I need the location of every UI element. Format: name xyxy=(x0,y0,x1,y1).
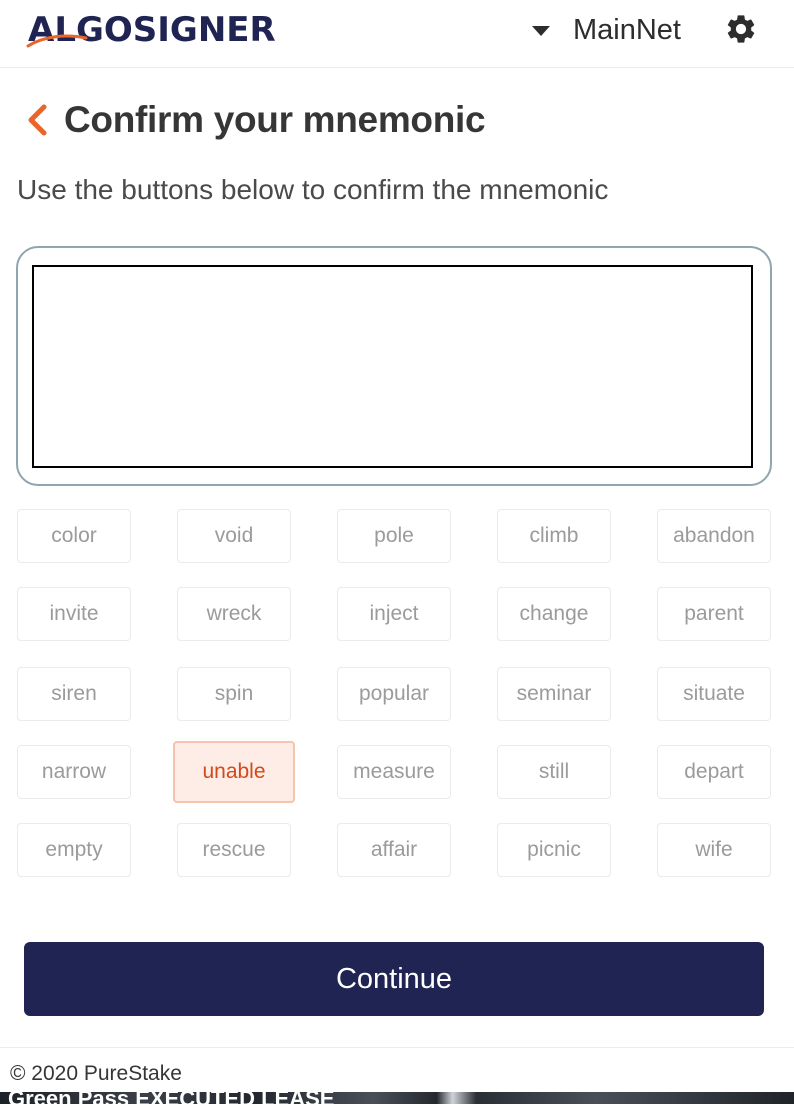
caret-down-icon xyxy=(532,26,550,36)
word-button-change[interactable]: change xyxy=(497,587,611,641)
word-button-wife[interactable]: wife xyxy=(657,823,771,877)
logo-swoosh-icon xyxy=(26,34,88,48)
word-button-measure[interactable]: measure xyxy=(337,745,451,799)
word-button-narrow[interactable]: narrow xyxy=(17,745,131,799)
word-button-picnic[interactable]: picnic xyxy=(497,823,611,877)
word-button-invite[interactable]: invite xyxy=(17,587,131,641)
word-button-empty[interactable]: empty xyxy=(17,823,131,877)
word-button-depart[interactable]: depart xyxy=(657,745,771,799)
network-label: MainNet xyxy=(573,13,681,46)
chevron-left-icon[interactable] xyxy=(24,103,50,137)
word-button-popular[interactable]: popular xyxy=(337,667,451,721)
word-button-situate[interactable]: situate xyxy=(657,667,771,721)
word-button-affair[interactable]: affair xyxy=(337,823,451,877)
page-title: Confirm your mnemonic xyxy=(64,99,486,140)
algosigner-logo: ALGOSIGNER xyxy=(26,10,276,50)
word-button-seminar[interactable]: seminar xyxy=(497,667,611,721)
gear-icon[interactable] xyxy=(724,12,758,46)
ticker-text: Green Pass EXECUTED LEASE xyxy=(8,1092,334,1104)
word-button-siren[interactable]: siren xyxy=(17,667,131,721)
word-button-climb[interactable]: climb xyxy=(497,509,611,563)
app-header: ALGOSIGNER MainNet xyxy=(0,0,794,68)
word-button-parent[interactable]: parent xyxy=(657,587,771,641)
word-button-pole[interactable]: pole xyxy=(337,509,451,563)
continue-button[interactable]: Continue xyxy=(24,942,764,1016)
word-button-inject[interactable]: inject xyxy=(337,587,451,641)
word-button-rescue[interactable]: rescue xyxy=(177,823,291,877)
word-button-unable[interactable]: unable xyxy=(173,741,295,803)
word-button-spin[interactable]: spin xyxy=(177,667,291,721)
word-button-still[interactable]: still xyxy=(497,745,611,799)
mnemonic-input[interactable] xyxy=(32,265,753,468)
word-button-wreck[interactable]: wreck xyxy=(177,587,291,641)
word-button-void[interactable]: void xyxy=(177,509,291,563)
instructions-text: Use the buttons below to confirm the mne… xyxy=(17,174,609,205)
background-image-strip: Green Pass EXECUTED LEASE xyxy=(0,1092,794,1104)
network-selector[interactable]: MainNet xyxy=(532,8,681,52)
page-title-row: Confirm your mnemonic xyxy=(24,96,486,144)
word-button-abandon[interactable]: abandon xyxy=(657,509,771,563)
word-button-color[interactable]: color xyxy=(17,509,131,563)
footer: © 2020 PureStake xyxy=(0,1047,794,1093)
copyright-text: © 2020 PureStake xyxy=(10,1062,182,1085)
